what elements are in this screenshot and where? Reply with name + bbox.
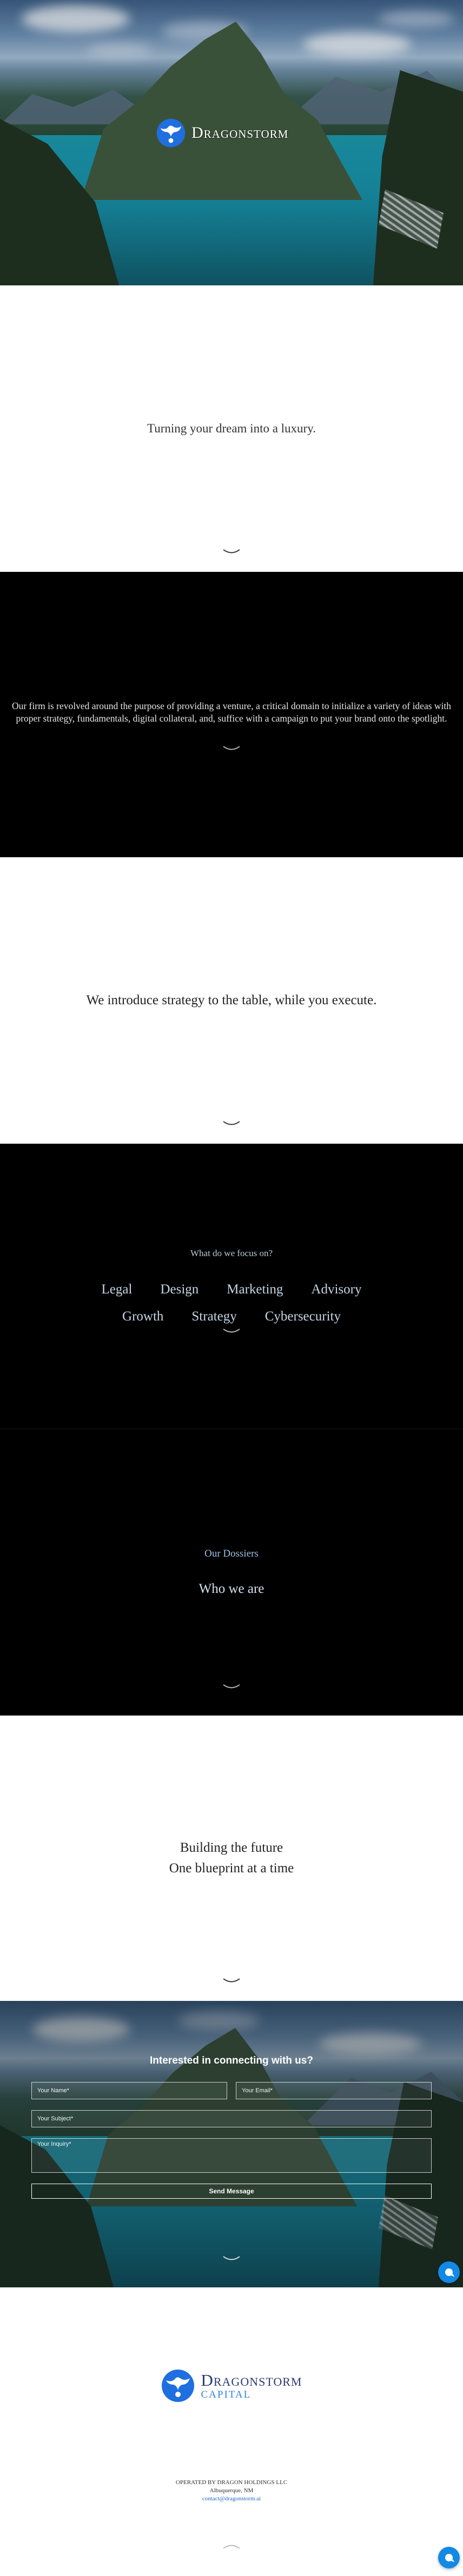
future-line-1: Building the future [180,1840,283,1855]
scroll-down-button[interactable] [222,1977,241,1985]
focus-section: What do we focus on? Legal Design Market… [0,1144,463,1429]
chat-button[interactable] [438,2261,460,2283]
inquiry-field[interactable] [31,2138,432,2173]
email-field[interactable] [236,2082,432,2099]
scroll-down-button[interactable] [222,2255,241,2263]
chat-icon [445,2268,453,2276]
scroll-down-button[interactable] [222,1683,241,1691]
operated-by: OPERATED BY DRAGON HOLDINGS LLC [175,2479,288,2486]
contact-section: Interested in connecting with us? Send M… [0,2001,463,2287]
strategy-section: We introduce strategy to the table, whil… [0,857,463,1144]
who-we-are-link[interactable]: Who we are [199,1581,264,1597]
name-field[interactable] [31,2082,227,2099]
focus-item-growth[interactable]: Growth [108,1309,177,1325]
future-line-2: One blueprint at a time [169,1861,294,1876]
chat-icon [445,2554,453,2561]
focus-item-advisory[interactable]: Advisory [297,1282,375,1298]
strategy-headline: We introduce strategy to the table, whil… [86,993,377,1007]
tagline-section: Turning your dream into a luxury. [0,285,463,572]
focus-item-strategy[interactable]: Strategy [177,1309,250,1325]
company-info: OPERATED BY DRAGON HOLDINGS LLC Albuquer… [176,2479,287,2503]
about-section: Our firm is revolved around the purpose … [0,572,463,857]
chevron-down-icon [223,549,240,553]
focus-item-design[interactable]: Design [146,1282,213,1298]
scroll-down-button[interactable] [222,548,241,556]
footer-brand-sub: CAPITAL [201,2389,252,2400]
footer-section: Dragonstorm CAPITAL OPERATED BY DRAGON H… [0,2287,463,2576]
scroll-down-button[interactable] [222,745,241,752]
chevron-down-icon [223,1329,240,1333]
focus-item-legal[interactable]: Legal [88,1282,147,1298]
scroll-to-top-button[interactable] [222,2542,241,2550]
tagline-headline: Turning your dream into a luxury. [147,422,316,435]
focus-question: What do we focus on? [190,1247,273,1258]
chevron-down-icon [223,746,240,750]
focus-list: Legal Design Marketing Advisory Growth S… [64,1282,399,1325]
dossiers-section: Our Dossiers Who we are [0,1429,463,1716]
dragon-logo-icon [156,118,186,148]
chevron-down-icon [223,1684,240,1689]
contact-form: Interested in connecting with us? Send M… [31,2055,432,2199]
send-message-button[interactable]: Send Message [31,2184,432,2199]
chevron-down-icon [223,2256,240,2260]
contact-email-link[interactable]: contact@dragonstorm.ai [202,2495,261,2502]
hero-section: Dragonstorm [0,0,463,285]
about-text: Our firm is revolved around the purpose … [11,700,452,724]
brand-name: Dragonstorm [191,124,289,142]
chat-button[interactable] [438,2547,460,2568]
company-location: Albuquerque, NM [209,2487,254,2494]
footer-logo[interactable]: Dragonstorm CAPITAL [161,2368,302,2403]
future-section: Building the future One blueprint at a t… [0,1716,463,2001]
subject-field[interactable] [31,2110,432,2127]
chevron-down-icon [223,1121,240,1125]
focus-item-marketing[interactable]: Marketing [213,1282,297,1298]
footer-brand-name: Dragonstorm [201,2371,302,2390]
chevron-up-icon [223,2545,240,2549]
chevron-down-icon [223,1978,240,1983]
hero-logo[interactable]: Dragonstorm [156,118,288,148]
scroll-down-button[interactable] [222,1327,241,1335]
dragon-logo-icon [162,2370,195,2402]
focus-item-cybersecurity[interactable]: Cybersecurity [251,1309,355,1325]
contact-title: Interested in connecting with us? [150,2055,313,2066]
dossiers-kicker: Our Dossiers [204,1548,259,1559]
scroll-down-button[interactable] [222,1120,241,1127]
